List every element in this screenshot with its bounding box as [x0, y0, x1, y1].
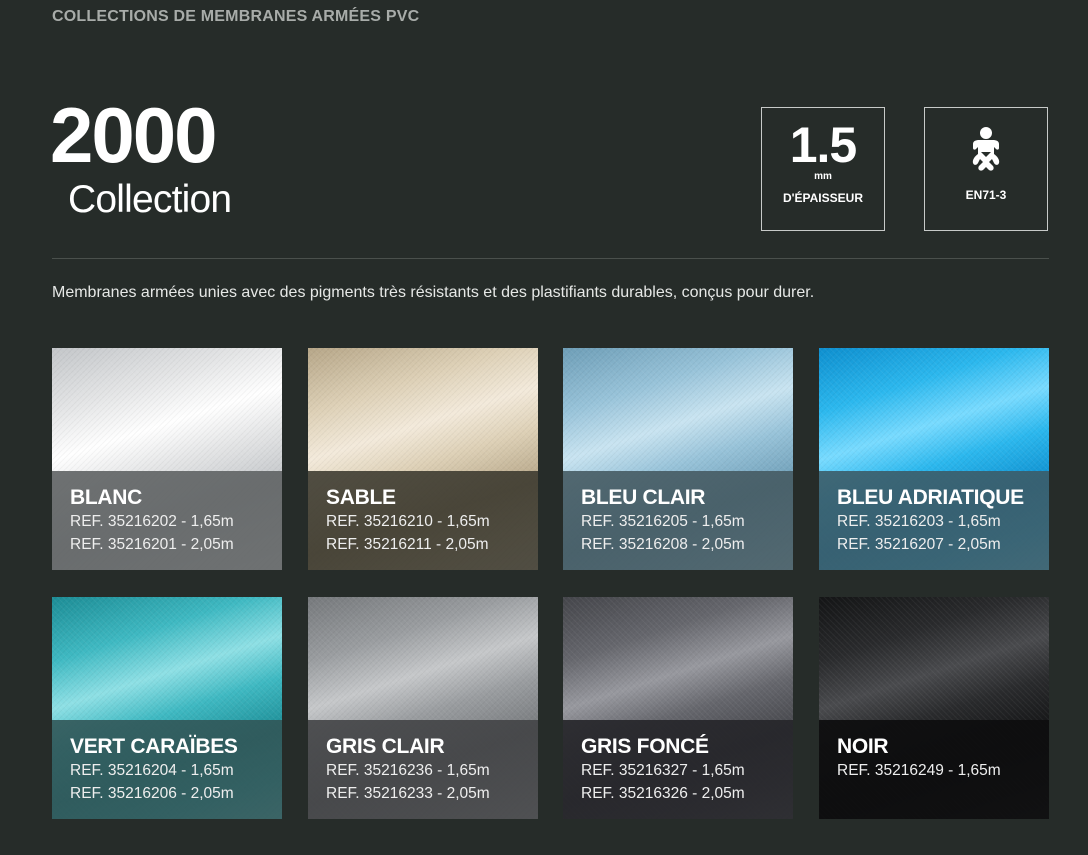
swatch-caption: NOIR REF. 35216249 - 1,65m: [819, 720, 1049, 819]
swatch-card[interactable]: GRIS FONCÉ REF. 35216327 - 1,65m REF. 35…: [563, 597, 793, 819]
swatch-caption: GRIS FONCÉ REF. 35216327 - 1,65m REF. 35…: [563, 720, 793, 819]
collection-number: 2000: [50, 91, 218, 179]
swatch-ref: REF. 35216211 - 2,05m: [326, 536, 489, 553]
swatch-card[interactable]: GRIS CLAIR REF. 35216236 - 1,65m REF. 35…: [308, 597, 538, 819]
norm-label: EN71-3: [965, 188, 1007, 202]
swatch-ref: REF. 35216202 - 1,65m: [70, 513, 234, 530]
swatch-ref: REF. 35216233 - 2,05m: [326, 785, 490, 802]
collection-subtitle: Collection: [68, 178, 232, 221]
swatch-caption: SABLE REF. 35216210 - 1,65m REF. 3521621…: [308, 471, 538, 570]
swatch-name: SABLE: [326, 486, 396, 509]
swatch-card[interactable]: NOIR REF. 35216249 - 1,65m: [819, 597, 1049, 819]
swatch-caption: GRIS CLAIR REF. 35216236 - 1,65m REF. 35…: [308, 720, 538, 819]
baby-icon: [972, 127, 1000, 171]
swatch-name: BLEU CLAIR: [581, 486, 706, 509]
swatch-card[interactable]: BLANC REF. 35216202 - 1,65m REF. 3521620…: [52, 348, 282, 570]
swatch-name: BLEU ADRIATIQUE: [837, 486, 1024, 509]
swatch-ref: REF. 35216204 - 1,65m: [70, 762, 234, 779]
swatch-caption: BLEU ADRIATIQUE REF. 35216203 - 1,65m RE…: [819, 471, 1049, 570]
swatch-card[interactable]: SABLE REF. 35216210 - 1,65m REF. 3521621…: [308, 348, 538, 570]
swatch-ref: REF. 35216236 - 1,65m: [326, 762, 490, 779]
swatch-ref: REF. 35216201 - 2,05m: [70, 536, 234, 553]
swatch-caption: BLANC REF. 35216202 - 1,65m REF. 3521620…: [52, 471, 282, 570]
swatch-ref: REF. 35216327 - 1,65m: [581, 762, 745, 779]
swatch-ref: REF. 35216249 - 1,65m: [837, 762, 1001, 779]
swatch-ref: REF. 35216206 - 2,05m: [70, 785, 234, 802]
collection-kicker: COLLECTIONS DE MEMBRANES ARMÉES PVC: [52, 8, 420, 25]
swatch-name: NOIR: [837, 735, 889, 758]
swatch-ref: REF. 35216210 - 1,65m: [326, 513, 490, 530]
swatch-card[interactable]: VERT CARAÏBES REF. 35216204 - 1,65m REF.…: [52, 597, 282, 819]
thickness-unit: mm: [814, 171, 832, 182]
section-divider: [52, 258, 1049, 259]
swatch-name: GRIS FONCÉ: [581, 735, 709, 758]
swatch-caption: VERT CARAÏBES REF. 35216204 - 1,65m REF.…: [52, 720, 282, 819]
swatch-ref: REF. 35216207 - 2,05m: [837, 536, 1001, 553]
swatch-card[interactable]: BLEU CLAIR REF. 35216205 - 1,65m REF. 35…: [563, 348, 793, 570]
thickness-value: 1.5: [789, 117, 858, 173]
swatch-name: VERT CARAÏBES: [70, 735, 238, 758]
thickness-badge: 1.5 mm D'ÉPAISSEUR: [761, 107, 885, 231]
norm-badge: EN71-3: [924, 107, 1048, 231]
swatch-ref: REF. 35216208 - 2,05m: [581, 536, 745, 553]
swatch-name: GRIS CLAIR: [326, 735, 445, 758]
swatch-ref: REF. 35216205 - 1,65m: [581, 513, 745, 530]
collection-description: Membranes armées unies avec des pigments…: [52, 284, 815, 301]
swatch-ref: REF. 35216203 - 1,65m: [837, 513, 1001, 530]
swatch-caption: BLEU CLAIR REF. 35216205 - 1,65m REF. 35…: [563, 471, 793, 570]
swatch-ref: REF. 35216326 - 2,05m: [581, 785, 745, 802]
swatch-name: BLANC: [70, 486, 142, 509]
thickness-label: D'ÉPAISSEUR: [783, 191, 863, 205]
swatch-card[interactable]: BLEU ADRIATIQUE REF. 35216203 - 1,65m RE…: [819, 348, 1049, 570]
